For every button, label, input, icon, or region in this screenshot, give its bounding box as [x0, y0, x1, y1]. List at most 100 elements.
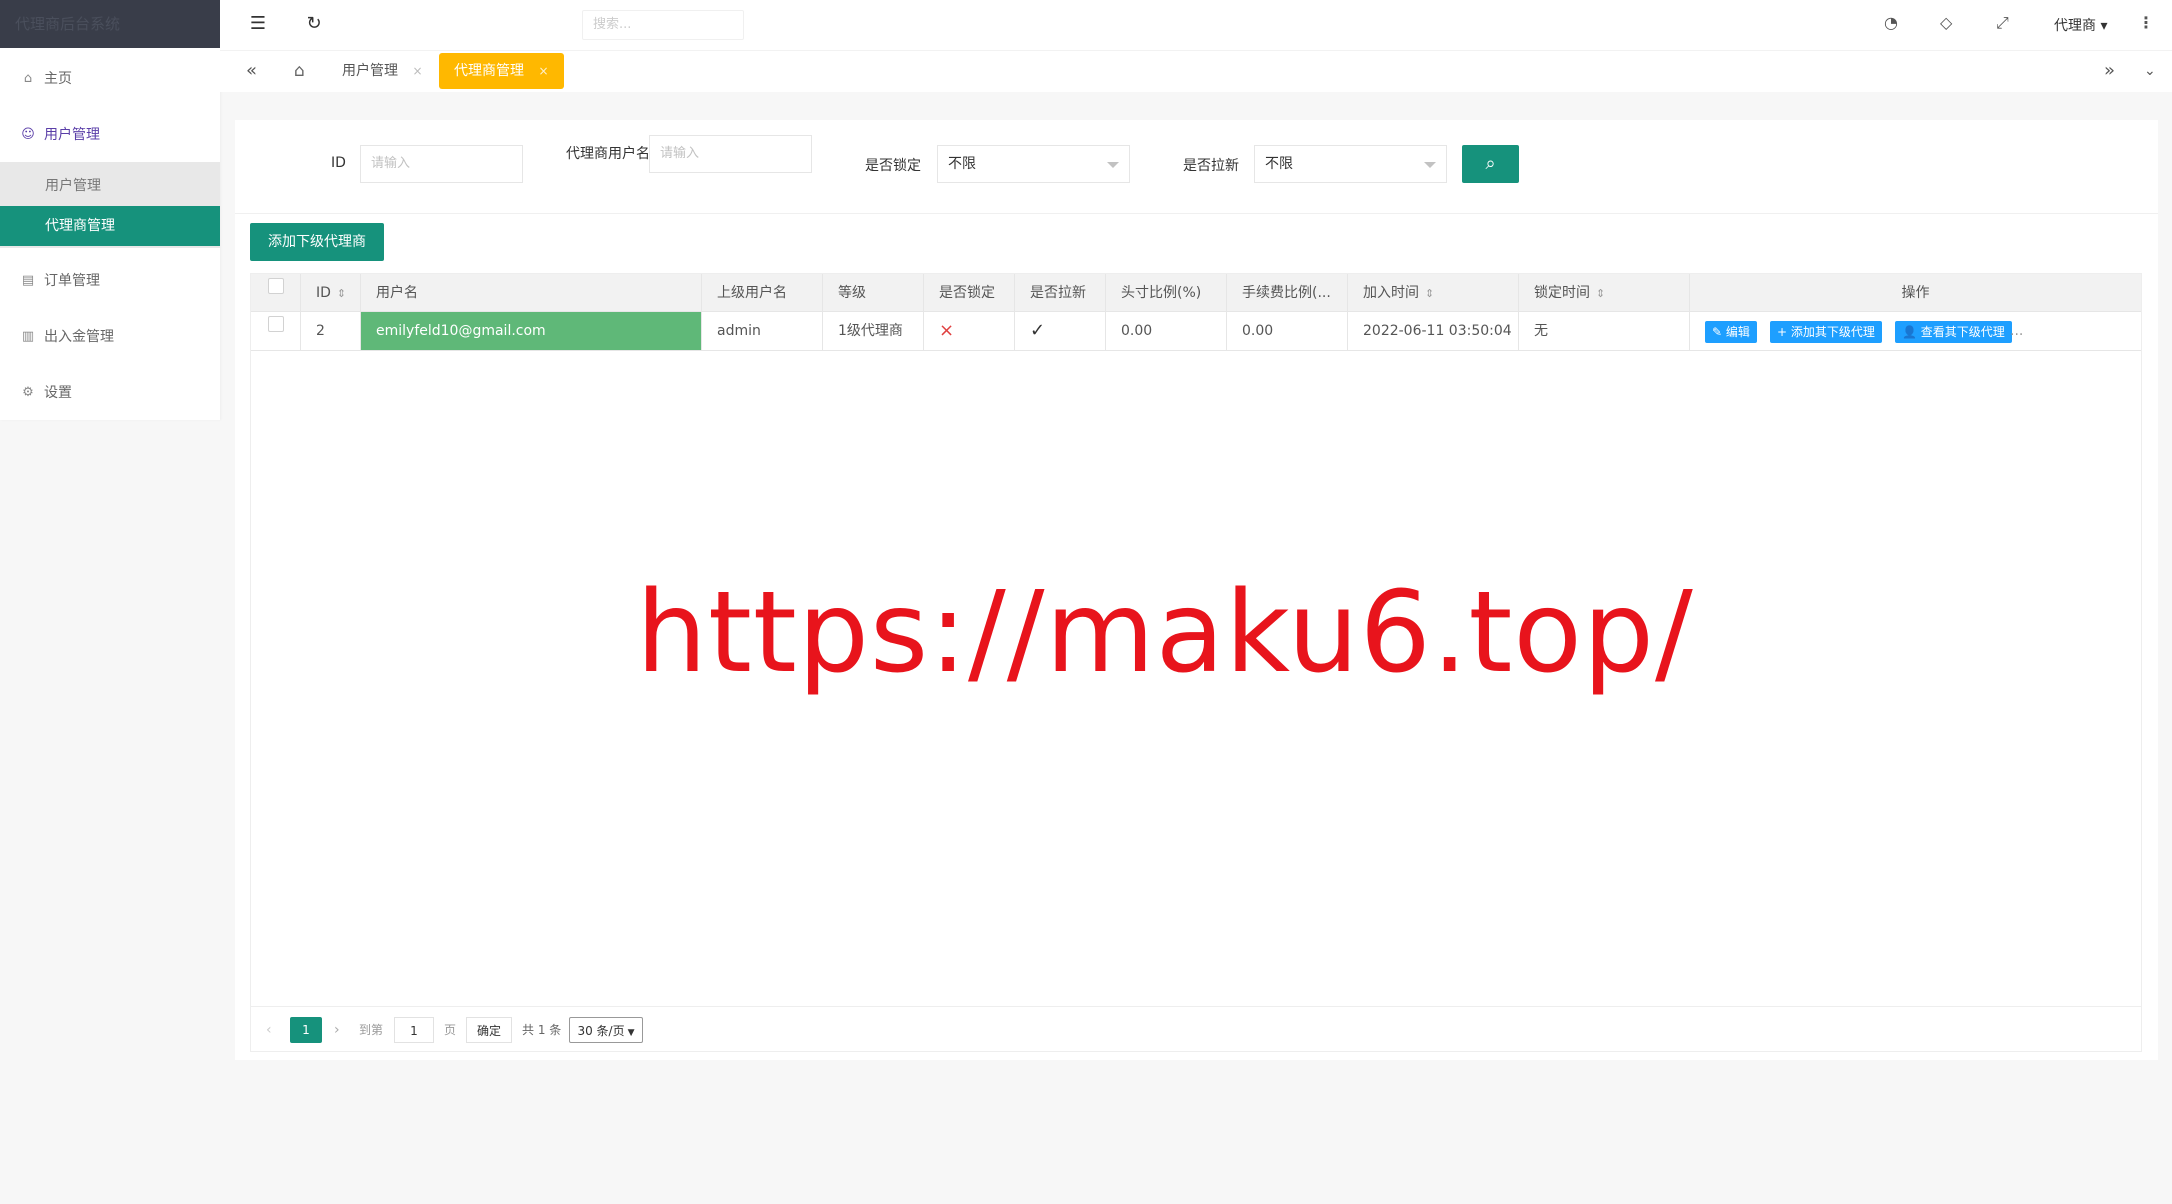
column-header-username: 用户名 — [361, 274, 702, 312]
column-header-actions: 操作 — [1901, 285, 1930, 301]
locked-filter-label: 是否锁定 — [865, 158, 921, 174]
column-header-id[interactable]: ID ⇕ — [301, 274, 361, 312]
more-vertical-icon[interactable]: ⋮ — [2138, 13, 2154, 32]
table-row: 2 emilyfeld10@gmail.com admin 1级代理商 × ✓ … — [251, 312, 2141, 351]
app-logo-title: 代理商后台系统 — [0, 0, 220, 48]
locked-filter-value: 不限 — [948, 156, 976, 172]
tabs-dropdown-icon[interactable]: ⌄ — [2144, 53, 2156, 89]
cell-position-ratio: 0.00 — [1106, 312, 1227, 350]
sort-icon[interactable]: ⇕ — [1425, 287, 1434, 300]
close-icon: × — [924, 312, 1015, 350]
plus-icon: + — [1777, 325, 1788, 339]
id-filter-label: ID — [331, 155, 346, 171]
column-header-level: 等级 — [823, 274, 924, 312]
sidebar-item-label: 订单管理 — [44, 273, 100, 289]
search-input[interactable]: 搜索... — [582, 10, 744, 40]
sidebar: 代理商后台系统 ⌂ 主页 ☺ 用户管理 用户管理 代理商管理 ▤ 订单管理 ▥ … — [0, 0, 220, 420]
watermark-url: https://maku6.top/ — [636, 568, 1694, 698]
sidebar-item-funds[interactable]: ▥ 出入金管理 — [0, 316, 220, 356]
pencil-icon: ✎ — [1712, 325, 1723, 339]
tab-label: 用户管理 — [342, 63, 398, 79]
chevron-down-icon: ▼ — [627, 1028, 635, 1038]
per-page-value: 30 条/页 — [577, 1024, 625, 1038]
select-all-checkbox[interactable] — [268, 278, 284, 294]
pull-new-filter-select[interactable]: 不限 — [1254, 145, 1447, 183]
more-actions-ellipsis[interactable]: ... — [2010, 312, 2023, 350]
column-header-parent-username: 上级用户名 — [702, 274, 823, 312]
sidebar-item-settings[interactable]: ⚙ 设置 — [0, 372, 220, 412]
chevron-down-icon — [1107, 162, 1119, 168]
cell-lock-time: 无 — [1519, 312, 1690, 350]
column-header-pull-new: 是否拉新 — [1015, 274, 1106, 312]
tabs-bar: « ⌂ 用户管理 × 代理商管理 × » ⌄ — [220, 50, 2172, 92]
caret-down-icon: ▾ — [2100, 18, 2108, 34]
view-sub-agents-label: 查看其下级代理 — [1920, 325, 2005, 339]
sidebar-submenu: 用户管理 代理商管理 — [0, 162, 220, 248]
user-icon: 👤 — [1902, 325, 1917, 339]
add-sub-agent-row-button[interactable]: + 添加其下级代理 — [1770, 321, 1882, 343]
tab-agent-management[interactable]: 代理商管理 × — [439, 53, 564, 89]
refresh-icon[interactable]: ↻ — [302, 13, 326, 34]
column-header-fee-ratio: 手续费比例(... — [1227, 274, 1348, 312]
cell-parent-username: admin — [702, 312, 823, 350]
sort-icon[interactable]: ⇕ — [337, 287, 346, 300]
column-header-locked: 是否锁定 — [924, 274, 1015, 312]
goto-label: 到第 — [359, 1023, 384, 1037]
fullscreen-icon[interactable]: ⤢ — [1996, 13, 2009, 33]
add-sub-agent-row-label: 添加其下级代理 — [1790, 325, 1875, 339]
cell-join-time: 2022-06-11 03:50:04 — [1348, 312, 1519, 350]
checkmark-icon: ✓ — [1015, 312, 1106, 350]
page-unit-label: 页 — [444, 1023, 457, 1037]
locked-filter-select[interactable]: 不限 — [937, 145, 1130, 183]
sidebar-subitem-agent-management[interactable]: 代理商管理 — [0, 206, 220, 246]
add-sub-agent-button[interactable]: 添加下级代理商 — [250, 223, 384, 261]
tabs-scroll-left-icon[interactable]: « — [246, 53, 257, 89]
tabs-scroll-right-icon[interactable]: » — [2104, 53, 2115, 89]
column-header-join-time[interactable]: 加入时间 ⇕ — [1348, 274, 1519, 312]
tab-close-icon[interactable]: × — [412, 64, 422, 78]
cell-actions: ✎ 编辑 + 添加其下级代理 👤 查看其下级代理 ... — [1690, 312, 2141, 350]
id-filter-input[interactable]: 请输入 — [360, 145, 523, 183]
header-select-all-cell — [251, 274, 301, 312]
agent-username-filter-label: 代理商用户名 — [566, 146, 650, 162]
column-header-label: 锁定时间 — [1534, 285, 1590, 301]
sidebar-item-label: 用户管理 — [44, 127, 100, 143]
sidebar-item-home[interactable]: ⌂ 主页 — [0, 58, 220, 98]
page-button-current[interactable]: 1 — [290, 1017, 322, 1043]
agent-username-filter-input[interactable]: 请输入 — [649, 135, 812, 173]
sidebar-item-orders[interactable]: ▤ 订单管理 — [0, 260, 220, 300]
tab-label: 代理商管理 — [454, 63, 524, 79]
prev-page-icon[interactable]: ‹ — [266, 1017, 272, 1043]
order-icon: ▤ — [21, 272, 35, 288]
tab-close-icon[interactable]: × — [538, 64, 548, 78]
pull-new-filter-value: 不限 — [1265, 156, 1293, 172]
table-header: ID ⇕ 用户名 上级用户名 等级 是否锁定 是否拉新 头寸比例(%) 手续费比例… — [251, 274, 2141, 312]
user-menu[interactable]: 代理商 ▾ — [2054, 15, 2107, 35]
search-button[interactable]: ⌕ — [1462, 145, 1519, 183]
tag-icon[interactable]: ◇ — [1940, 13, 1952, 32]
view-sub-agents-button[interactable]: 👤 查看其下级代理 — [1895, 321, 2012, 343]
money-icon: ▥ — [21, 328, 35, 344]
menu-toggle-icon[interactable]: ☰ — [246, 13, 270, 34]
total-count: 共 1 条 — [522, 1023, 562, 1037]
home-icon: ⌂ — [23, 70, 33, 86]
chevron-down-icon — [1424, 162, 1436, 168]
pagination: ‹ 1 › 到第 1 页 确定 共 1 条 30 条/页 ▼ — [251, 1006, 2141, 1052]
home-tab-icon[interactable]: ⌂ — [294, 53, 305, 89]
sidebar-item-user-management[interactable]: ☺ 用户管理 — [0, 114, 220, 154]
user-menu-label: 代理商 — [2054, 18, 2096, 34]
column-header-label: 加入时间 — [1363, 285, 1419, 301]
sort-icon[interactable]: ⇕ — [1596, 287, 1605, 300]
tab-user-management[interactable]: 用户管理 × — [342, 53, 423, 89]
sidebar-item-label: 主页 — [44, 71, 72, 87]
row-checkbox[interactable] — [268, 316, 284, 332]
theme-icon[interactable]: ◔ — [1884, 13, 1898, 32]
edit-button[interactable]: ✎ 编辑 — [1705, 321, 1757, 343]
sidebar-item-label: 出入金管理 — [44, 329, 114, 345]
sidebar-subitem-user-management[interactable]: 用户管理 — [0, 166, 220, 206]
goto-confirm-button[interactable]: 确定 — [466, 1017, 512, 1043]
column-header-lock-time[interactable]: 锁定时间 ⇕ — [1519, 274, 1690, 312]
per-page-select[interactable]: 30 条/页 ▼ — [569, 1017, 643, 1043]
goto-page-input[interactable]: 1 — [394, 1017, 434, 1043]
next-page-icon[interactable]: › — [334, 1017, 340, 1043]
